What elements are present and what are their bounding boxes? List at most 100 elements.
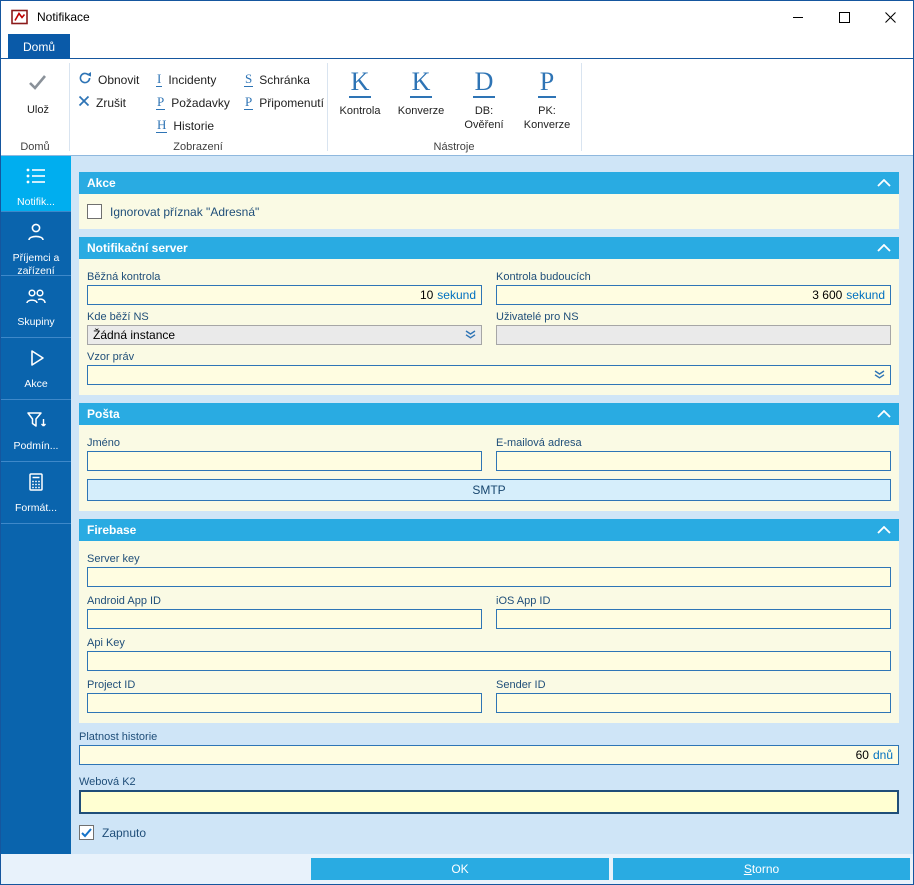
field-label: Project ID (87, 679, 482, 691)
jmeno-input[interactable] (87, 451, 482, 471)
sidebar-item-akce[interactable]: Akce (1, 338, 71, 400)
section-title: Firebase (87, 523, 136, 537)
kde-bezi-ns-select[interactable]: Žádná instance (87, 325, 482, 345)
cancel-button[interactable]: Zrušit (75, 92, 129, 113)
section-body-posta: Jméno E-mailová adresa SMTP (79, 425, 899, 511)
refresh-button[interactable]: Obnovit (75, 69, 142, 90)
server-key-group: Server key (87, 553, 891, 587)
minimize-button[interactable] (775, 1, 821, 33)
field-suffix: sekund (437, 288, 476, 302)
zapnuto-checkbox[interactable]: Zapnuto (79, 825, 899, 840)
kde-bezi-ns-group: Kde běží NS Žádná instance (87, 311, 482, 345)
ribbon-group-view-label: Zobrazení (69, 141, 327, 153)
history-button[interactable]: H Historie (153, 115, 217, 136)
email-input[interactable] (496, 451, 891, 471)
requests-label: Požadavky (171, 96, 230, 110)
checkbox-box[interactable] (79, 825, 94, 840)
app-window: Notifikace Domů Ulož Domů (0, 0, 914, 885)
close-button[interactable] (867, 1, 913, 33)
section-title: Akce (87, 176, 116, 190)
bezna-kontrola-field[interactable]: 10 sekund (87, 285, 482, 305)
incidents-button[interactable]: I Incidenty (153, 69, 219, 90)
section-body-firebase: Server key Android App ID iOS App ID Api… (79, 541, 899, 723)
reminders-button[interactable]: P Připomenutí (241, 92, 327, 113)
pk-konverze-button[interactable]: P PK: Konverze (516, 65, 578, 133)
pk-letter-icon: P (538, 68, 556, 97)
field-label: Kde běží NS (87, 311, 482, 323)
field-label: Jméno (87, 437, 482, 449)
db-overeni-button[interactable]: D DB: Ověření (454, 65, 514, 133)
field-label: Běžná kontrola (87, 271, 482, 283)
collapse-chevron-icon[interactable] (877, 526, 891, 534)
incidents-letter-icon: I (156, 72, 162, 87)
api-key-input[interactable] (87, 651, 891, 671)
person-icon (25, 221, 47, 248)
sidebar-item-label: Podmín... (12, 440, 61, 453)
sidebar-item-format[interactable]: Formát... (1, 462, 71, 524)
konverze-button[interactable]: K Konverze (392, 65, 450, 118)
checkbox-label: Zapnuto (102, 826, 146, 840)
android-app-id-group: Android App ID (87, 595, 482, 629)
ignorovat-checkbox[interactable]: Ignorovat příznak "Adresná" (87, 204, 891, 219)
refresh-icon (78, 71, 92, 88)
requests-button[interactable]: P Požadavky (153, 92, 233, 113)
field-value: 3 600 (812, 288, 842, 302)
sidebar-item-podminky[interactable]: Podmín... (1, 400, 71, 462)
pk-label-line1: PK: (538, 105, 556, 117)
uzivatele-pro-ns-field (496, 325, 891, 345)
project-id-input[interactable] (87, 693, 482, 713)
kontrola-budoucich-field[interactable]: 3 600 sekund (496, 285, 891, 305)
kontrola-button[interactable]: K Kontrola (332, 65, 388, 118)
check-icon (28, 64, 48, 100)
field-suffix: sekund (846, 288, 885, 302)
maximize-button[interactable] (821, 1, 867, 33)
webova-k2-input[interactable] (79, 790, 899, 814)
webova-k2-label: Webová K2 (79, 776, 899, 788)
section-body-akce: Ignorovat příznak "Adresná" (79, 194, 899, 229)
window-title: Notifikace (37, 10, 90, 24)
sidebar-item-label: Příjemci a zařízení (1, 252, 71, 278)
konverze-letter-icon: K (410, 68, 433, 97)
collapse-chevron-icon[interactable] (877, 244, 891, 252)
x-icon (78, 95, 90, 110)
history-label: Historie (173, 119, 214, 133)
field-suffix: dnů (873, 748, 893, 762)
vzor-prav-select[interactable] (87, 365, 891, 385)
ribbon: Ulož Domů Obnovit Zrušit I Incidenty P (1, 59, 913, 156)
uzivatele-pro-ns-group: Uživatelé pro NS (496, 311, 891, 345)
save-button[interactable]: Ulož (9, 64, 67, 117)
section-posta: Pošta Jméno E-mailová adresa SMTP (79, 403, 899, 511)
storno-button[interactable]: Storno (613, 858, 910, 880)
field-label: Api Key (87, 637, 891, 649)
collapse-chevron-icon[interactable] (877, 179, 891, 187)
clipboard-button[interactable]: S Schránka (241, 69, 313, 90)
smtp-button[interactable]: SMTP (87, 479, 891, 501)
ios-app-id-input[interactable] (496, 609, 891, 629)
android-app-id-input[interactable] (87, 609, 482, 629)
section-header-akce: Akce (79, 172, 899, 194)
field-label: Android App ID (87, 595, 482, 607)
server-key-input[interactable] (87, 567, 891, 587)
field-label: Uživatelé pro NS (496, 311, 891, 323)
ok-button[interactable]: OK (311, 858, 609, 880)
incidents-label: Incidenty (168, 73, 216, 87)
app-icon (11, 8, 29, 26)
ok-label: OK (451, 862, 468, 876)
platnost-historie-field[interactable]: 60 dnů (79, 745, 899, 765)
sender-id-input[interactable] (496, 693, 891, 713)
field-label: Vzor práv (87, 351, 891, 363)
sidebar-item-prijemci[interactable]: Příjemci a zařízení (1, 212, 71, 276)
section-body-server: Běžná kontrola 10 sekund Kontrola budouc… (79, 259, 899, 395)
dropdown-arrow-icon (465, 328, 476, 342)
checkbox-box[interactable] (87, 204, 102, 219)
requests-letter-icon: P (156, 95, 165, 110)
field-value: 10 (420, 288, 433, 302)
ribbon-tabrow: Domů (1, 33, 913, 59)
collapse-chevron-icon[interactable] (877, 410, 891, 418)
tab-domu[interactable]: Domů (8, 34, 70, 59)
sidebar-item-skupiny[interactable]: Skupiny (1, 276, 71, 338)
section-header-firebase: Firebase (79, 519, 899, 541)
sidebar: Notifik... Příjemci a zařízení Skupiny (1, 156, 71, 854)
kontrola-budoucich-group: Kontrola budoucích 3 600 sekund (496, 271, 891, 305)
sidebar-item-notifikace[interactable]: Notifik... (1, 156, 71, 212)
